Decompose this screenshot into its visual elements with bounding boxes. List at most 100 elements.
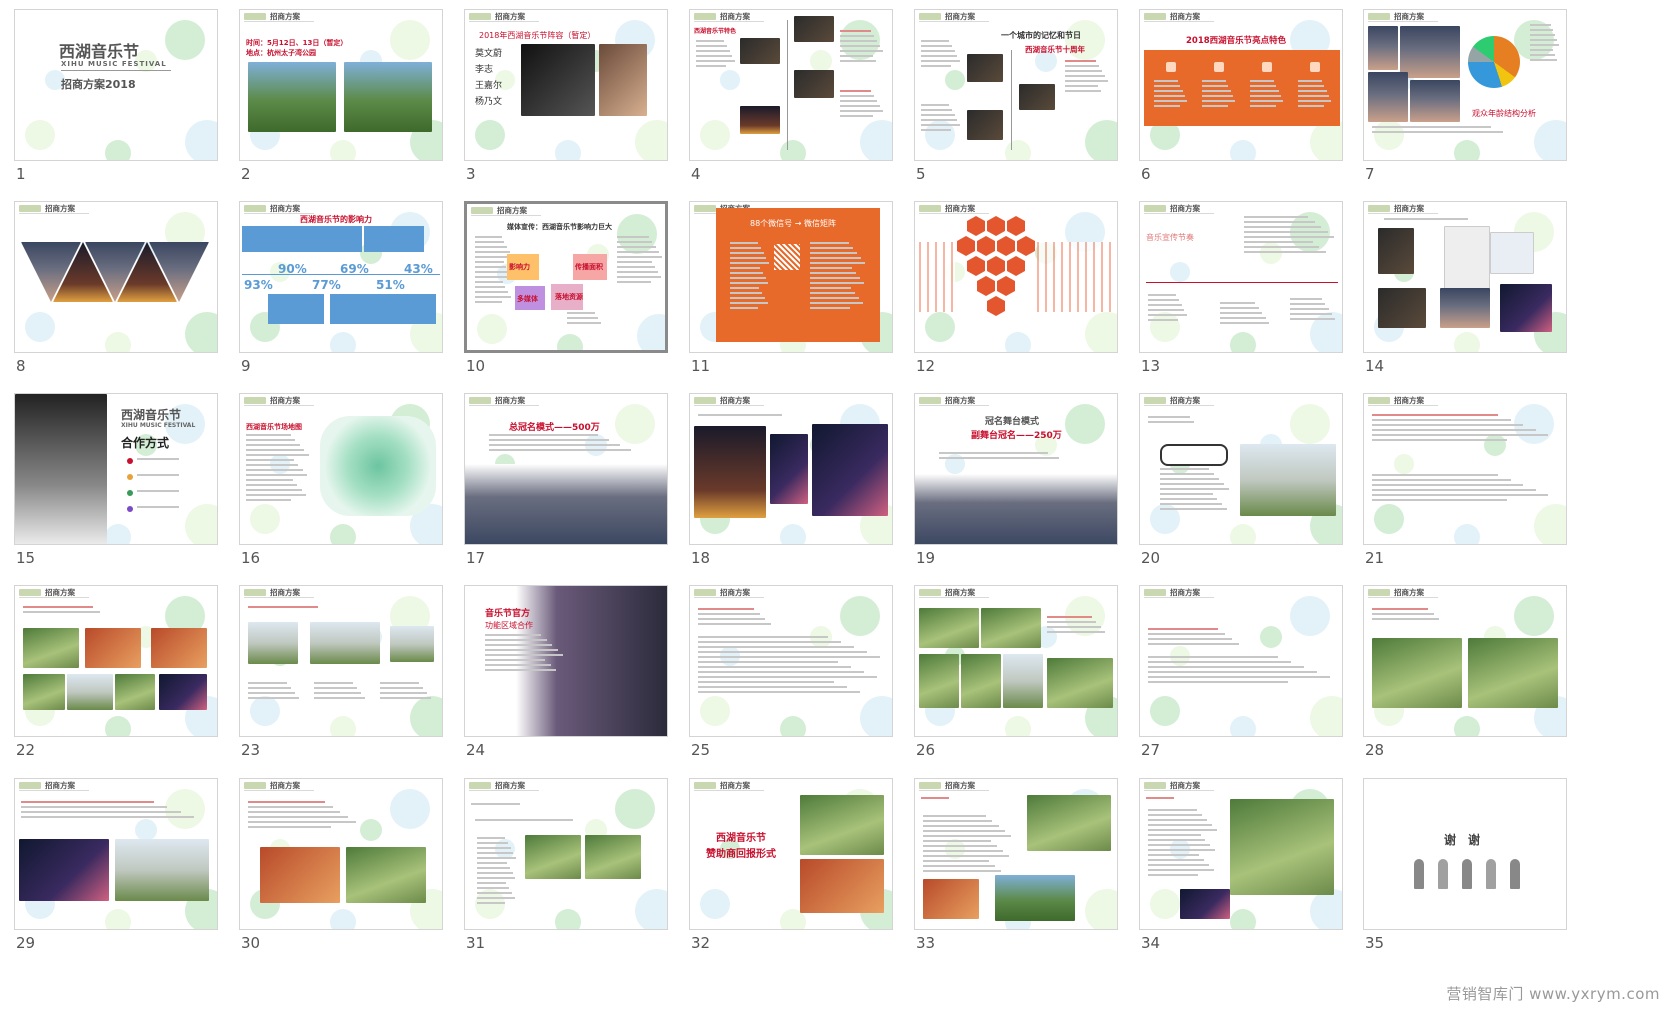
slide-thumbnail-cell[interactable]: 招商方案 30 [239, 778, 465, 984]
photo [115, 674, 155, 710]
lineup-artist: 杨乃文 [475, 97, 503, 107]
slide-thumbnail[interactable]: 招商方案 [914, 201, 1118, 353]
slide-thumbnail[interactable]: 招商方案 [14, 585, 218, 737]
slide-thumbnail[interactable]: 谢 谢 [1363, 778, 1567, 930]
festival-logo [244, 205, 266, 212]
slide-thumbnail[interactable]: 招商方案 2018年西湖音乐节阵容（暂定） 莫文蔚 李志 王嘉尔 杨乃文 [464, 9, 668, 161]
slide-thumbnail[interactable]: 招商方案 [464, 778, 668, 930]
lineup-artist: 王嘉尔 [475, 81, 503, 91]
slide-thumbnail-cell[interactable]: 招商方案 34 [1139, 778, 1365, 984]
slide-thumbnail-cell[interactable]: 招商方案 8 [14, 201, 240, 407]
festival-logo [19, 782, 41, 789]
slide-thumbnail[interactable]: 招商方案 [1139, 393, 1343, 545]
decor-bubble [555, 140, 581, 160]
slide-thumbnail-cell[interactable]: 招商方案 冠名舞台模式 副舞台冠名——250万 19 [914, 393, 1140, 599]
slide-thumbnail-cell[interactable]: 招商方案 总冠名模式——500万 17 [464, 393, 690, 599]
slide-thumbnail[interactable]: 招商方案 总冠名模式——500万 [464, 393, 668, 545]
header-rule [244, 597, 314, 598]
text-line [1372, 429, 1536, 431]
slide-thumbnail-cell[interactable]: 招商方案音乐节官方功能区域合作24 [464, 585, 690, 791]
slide-thumbnail[interactable]: 招商方案 冠名舞台模式 副舞台冠名——250万 [914, 393, 1118, 545]
slide-thumbnail-cell[interactable]: 招商方案 28 [1363, 585, 1589, 791]
decor-bubble [780, 716, 806, 736]
slide-thumbnail-cell[interactable]: 招商方案 18 [689, 393, 915, 599]
slide-thumbnail-cell[interactable]: 招商方案 西湖音乐节场地图 16 [239, 393, 465, 599]
slide-thumbnail[interactable]: 招商方案 西湖音乐节的影响力 90% 69% 43% 93% 77% 51% [239, 201, 443, 353]
text-line [1250, 95, 1281, 97]
text-block [137, 458, 197, 463]
slide-thumbnail-cell[interactable]: 招商方案 观众年龄结构分析 7 [1363, 9, 1589, 215]
slide-thumbnail[interactable]: 招商方案 西湖音乐节场地图 [239, 393, 443, 545]
slide-thumbnail[interactable]: 招商方案 [1363, 585, 1567, 737]
slide-thumbnail-cell[interactable]: 招商方案 2018西湖音乐节亮点特色 6 [1139, 9, 1365, 215]
slide-number: 9 [241, 357, 251, 375]
slide-thumbnail-cell[interactable]: 西湖音乐节 XIHU MUSIC FESTIVAL 招商方案2018 1 [14, 9, 240, 215]
slide-thumbnail-cell[interactable]: 招商方案 27 [1139, 585, 1365, 791]
venue-map [320, 416, 436, 516]
slide-thumbnail-cell[interactable]: 招商方案 音乐宣传节奏 13 [1139, 201, 1365, 407]
photo [995, 875, 1075, 921]
slide-thumbnail[interactable]: 招商方案 西湖音乐节 赞助商回报形式 [689, 778, 893, 930]
slide-thumbnail[interactable]: 招商方案 [1363, 393, 1567, 545]
slide-thumbnail-cell[interactable]: 招商方案 14 [1363, 201, 1589, 407]
slide-thumbnail[interactable]: 招商方案 [1363, 201, 1567, 353]
text-line [923, 825, 999, 827]
text-line [923, 820, 993, 822]
slide-thumbnail[interactable]: 招商方案 [689, 585, 893, 737]
slide-thumbnail[interactable]: 招商方案 [1139, 778, 1343, 930]
slide-thumbnail[interactable]: 招商方案 一个城市的记忆和节日 西湖音乐节十周年 [914, 9, 1118, 161]
decor-bubble [1230, 524, 1256, 544]
slide-number: 26 [916, 741, 936, 759]
slide-thumbnail[interactable]: 招商方案音乐节官方功能区域合作 [464, 585, 668, 737]
slide-thumbnail-cell[interactable]: 招商方案 一个城市的记忆和节日 西湖音乐节十周年 5 [914, 9, 1140, 215]
hexagon-tile [1007, 256, 1025, 276]
slide-thumbnail-cell[interactable]: 招商方案 西湖音乐节 赞助商回报形式 32 [689, 778, 915, 984]
text-line [923, 865, 995, 867]
slide-number: 18 [691, 549, 711, 567]
slide-thumbnail[interactable]: 招商方案 [14, 201, 218, 353]
slide-thumbnail-cell[interactable]: 招商方案 12 [914, 201, 1140, 407]
text-line [840, 35, 874, 37]
decor-bubble [1374, 504, 1404, 534]
slide-thumbnail[interactable]: 招商方案88个微信号 → 微信矩阵 [689, 201, 893, 353]
hexagon-tile [967, 216, 985, 236]
slide-thumbnail[interactable]: 招商方案 [689, 393, 893, 545]
slide-thumbnail[interactable]: 西湖音乐节 XIHU MUSIC FESTIVAL 合作方式 [14, 393, 218, 545]
slide-thumbnail[interactable]: 招商方案 2018西湖音乐节亮点特色 [1139, 9, 1343, 161]
slide-thumbnail[interactable]: 西湖音乐节 XIHU MUSIC FESTIVAL 招商方案2018 [14, 9, 218, 161]
slide-thumbnail[interactable]: 招商方案 [239, 778, 443, 930]
slide-thumbnail-cell[interactable]: 招商方案 31 [464, 778, 690, 984]
slide-thumbnail-cell[interactable]: 西湖音乐节 XIHU MUSIC FESTIVAL 合作方式 15 [14, 393, 240, 599]
slide-thumbnail-cell[interactable]: 招商方案 时间：5月12日、13日（暂定） 地点：杭州太子湾公园 2 [239, 9, 465, 215]
slide-thumbnail-cell[interactable]: 招商方案 媒体宣传：西湖音乐节影响力巨大 影响力 传播面积 多媒体 落地资源 10 [464, 201, 690, 407]
text-line [698, 414, 782, 416]
slide-thumbnail-cell[interactable]: 招商方案 2018年西湖音乐节阵容（暂定） 莫文蔚 李志 王嘉尔 杨乃文 3 [464, 9, 690, 215]
slide-thumbnail-cell[interactable]: 招商方案 25 [689, 585, 915, 791]
slide-thumbnail[interactable]: 招商方案 音乐宣传节奏 [1139, 201, 1343, 353]
slide-thumbnail-cell[interactable]: 招商方案 21 [1363, 393, 1589, 599]
slide-thumbnail-cell[interactable]: 谢 谢 35 [1363, 778, 1589, 984]
slide-thumbnail[interactable]: 招商方案 [1139, 585, 1343, 737]
slide-thumbnail-cell[interactable]: 招商方案 西湖音乐节的影响力 90% 69% 43% 93% 77% 51% 9 [239, 201, 465, 407]
slide-thumbnail[interactable]: 招商方案 [239, 585, 443, 737]
slide-thumbnail-cell[interactable]: 招商方案88个微信号 → 微信矩阵 11 [689, 201, 915, 407]
slide-thumbnail-cell[interactable]: 招商方案 26 [914, 585, 1140, 791]
photo [1047, 658, 1113, 708]
slide-thumbnail[interactable]: 招商方案 [14, 778, 218, 930]
slide-thumbnail[interactable]: 招商方案 [914, 585, 1118, 737]
slide-thumbnail-cell[interactable]: 招商方案 23 [239, 585, 465, 791]
slide-thumbnail[interactable]: 招商方案 时间：5月12日、13日（暂定） 地点：杭州太子湾公园 [239, 9, 443, 161]
slide-thumbnail-cell[interactable]: 招商方案 西湖音乐节特色 4 [689, 9, 915, 215]
slide-thumbnail-cell[interactable]: 招商方案 29 [14, 778, 240, 984]
slide-thumbnail[interactable]: 招商方案 观众年龄结构分析 [1363, 9, 1567, 161]
photo [1500, 284, 1552, 332]
text-line [248, 682, 288, 684]
slide-thumbnail[interactable]: 招商方案 [914, 778, 1118, 930]
slide-thumbnail[interactable]: 招商方案 西湖音乐节特色 [689, 9, 893, 161]
slide-thumbnail-cell[interactable]: 招商方案 22 [14, 585, 240, 791]
text-line [698, 651, 868, 653]
slide-thumbnail-cell[interactable]: 招商方案 20 [1139, 393, 1365, 599]
slide-thumbnail-cell[interactable]: 招商方案 33 [914, 778, 1140, 984]
slide-thumbnail[interactable]: 招商方案 媒体宣传：西湖音乐节影响力巨大 影响力 传播面积 多媒体 落地资源 [464, 201, 668, 353]
decor-bubble [330, 140, 356, 160]
